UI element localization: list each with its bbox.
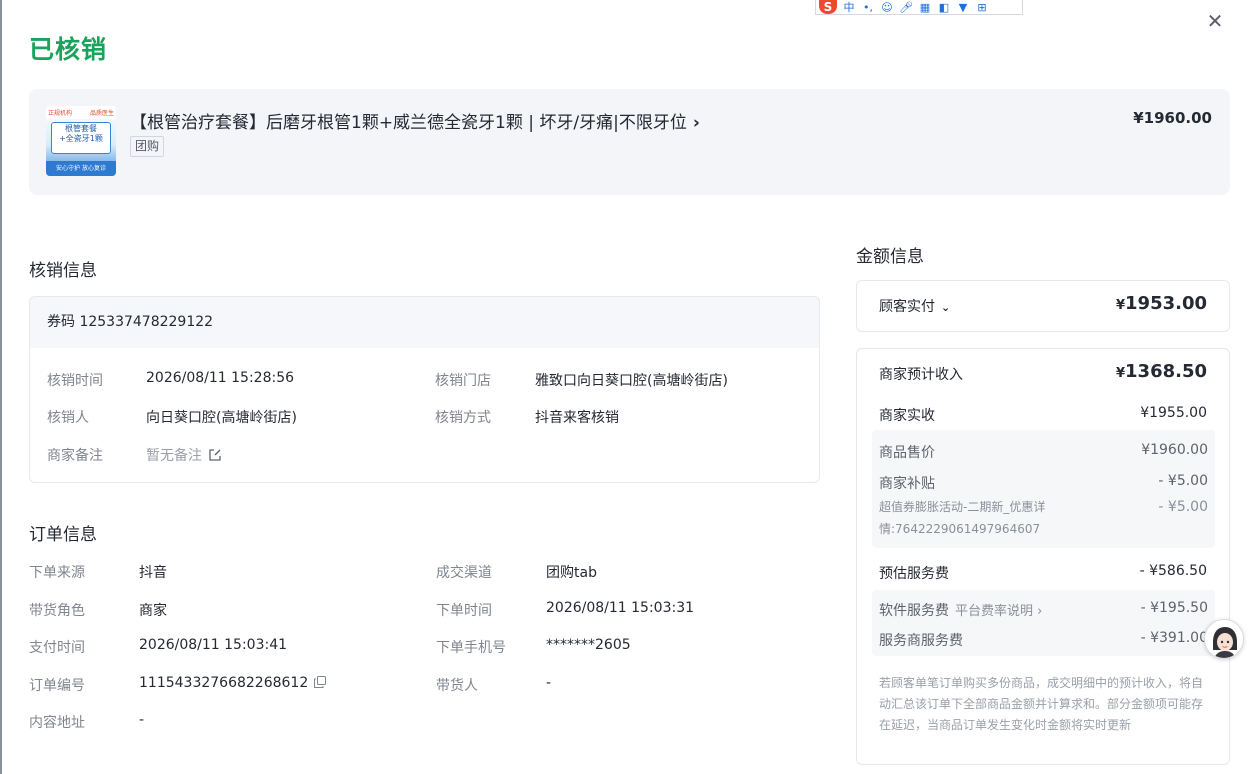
- goods-price-value: ¥1960.00: [1141, 442, 1208, 458]
- pay-time-label: 支付时间: [29, 640, 85, 656]
- software-fee-label: 软件服务费 平台费率说明 ›: [879, 603, 1043, 619]
- verifier-value: 向日葵口腔(高塘岭街店): [146, 410, 297, 426]
- assistant-avatar[interactable]: [1204, 619, 1244, 659]
- expected-income-value: ¥1368.50: [1115, 361, 1207, 382]
- order-source-label: 下单来源: [29, 565, 85, 581]
- content-address-label: 内容地址: [29, 715, 85, 731]
- verify-store-value: 雅致口向日葵口腔(高塘岭街店): [535, 373, 728, 389]
- ime-logo-icon[interactable]: S: [819, 0, 837, 14]
- order-number-label: 订单编号: [29, 678, 85, 694]
- coupon-code: 券码 125337478229122: [30, 297, 819, 348]
- service-fee-value: - ¥586.50: [1139, 563, 1207, 579]
- pay-time-value: 2026/08/11 15:03:41: [139, 637, 288, 653]
- verify-info-box: 券码 125337478229122 核销时间 2026/08/11 15:28…: [29, 296, 820, 483]
- product-card: 正规机构 品质医生 根管套餐 +全瓷牙1颗 安心守护 放心复诊 【根管治疗套餐】后磨…: [29, 89, 1230, 195]
- amount-section-title: 金额信息: [856, 247, 924, 267]
- merchant-note-value: 暂无备注: [146, 445, 222, 465]
- software-fee-value: - ¥195.50: [1140, 600, 1208, 616]
- merchant-subsidy-label: 商家补贴: [879, 476, 935, 492]
- amount-note: 若顾客单笔订单购买多份商品，成交明细中的预计收入，将自动汇总该订单下全部商品金额…: [879, 676, 1204, 732]
- price-breakdown-panel: 商品售价 ¥1960.00 商家补贴 - ¥5.00 超值券膨胀活动-二期新_优…: [872, 430, 1215, 548]
- provider-fee-value: - ¥391.00: [1140, 630, 1208, 646]
- merchant-subsidy-value: - ¥5.00: [1158, 473, 1208, 489]
- seller-role-value: 商家: [139, 603, 167, 619]
- deal-channel-label: 成交渠道: [436, 565, 492, 581]
- chevron-down-icon: ⌄: [941, 301, 951, 314]
- merchant-note-label: 商家备注: [47, 448, 103, 464]
- order-phone-label: 下单手机号: [436, 640, 506, 656]
- seller-role-label: 带货角色: [29, 603, 85, 619]
- order-time-value: 2026/08/11 15:03:31: [546, 600, 695, 616]
- provider-fee-label: 服务商服务费: [879, 633, 963, 649]
- verify-time-label: 核销时间: [47, 373, 103, 389]
- ime-punct-icon[interactable]: •,: [861, 1, 875, 14]
- verify-section-title: 核销信息: [29, 261, 97, 281]
- order-time-label: 下单时间: [436, 603, 492, 619]
- product-price: ¥1960.00: [1133, 109, 1212, 127]
- order-phone-value: *******2605: [546, 637, 631, 653]
- window-left-edge: [0, 0, 2, 774]
- actual-received-label: 商家实收: [879, 408, 935, 424]
- ime-toolbar[interactable]: S 中 •, ☺ 🎤︎ ▦ ◧ ▼ ⊞: [815, 0, 1023, 15]
- subsidy-detail-value: - ¥5.00: [1158, 499, 1208, 515]
- customer-paid-dropdown[interactable]: 顾客实付 ⌄: [879, 296, 950, 316]
- customer-paid-value: ¥1953.00: [1115, 293, 1207, 314]
- ime-shirt-icon[interactable]: ▼: [956, 1, 970, 14]
- goods-price-label: 商品售价: [879, 445, 935, 461]
- ime-mic-icon[interactable]: 🎤︎: [899, 1, 913, 14]
- subsidy-detail-label: 超值券膨胀活动-二期新_优惠详情:7642229061497964607: [879, 500, 1046, 536]
- assistant-avatar-icon: [1205, 620, 1243, 658]
- promoter-value: -: [546, 675, 552, 691]
- merchant-income-box: 商家预计收入 ¥1368.50 商家实收 ¥1955.00 商品售价 ¥1960…: [856, 348, 1230, 765]
- ime-grid-icon[interactable]: ⊞: [975, 1, 989, 14]
- product-thumbnail: 正规机构 品质医生 根管套餐 +全瓷牙1颗 安心守护 放心复诊: [46, 106, 116, 176]
- ime-skin-icon[interactable]: ◧: [937, 1, 951, 14]
- chevron-right-icon: ›: [692, 113, 700, 133]
- order-status-title: 已核销: [29, 35, 108, 64]
- service-fee-label: 预估服务费: [879, 566, 949, 582]
- ime-mode[interactable]: 中: [842, 1, 856, 14]
- ime-keyboard-icon[interactable]: ▦: [918, 1, 932, 14]
- ime-emoji-icon[interactable]: ☺: [880, 1, 894, 14]
- promoter-label: 带货人: [436, 678, 478, 694]
- customer-paid-box: 顾客实付 ⌄ ¥1953.00: [856, 280, 1230, 332]
- copy-icon[interactable]: [314, 676, 327, 688]
- verifier-label: 核销人: [47, 410, 89, 426]
- actual-received-value: ¥1955.00: [1140, 405, 1207, 421]
- close-icon[interactable]: ✕: [1204, 10, 1226, 32]
- product-title-link[interactable]: 【根管治疗套餐】后磨牙根管1颗+威兰德全瓷牙1颗 | 坏牙/牙痛|不限牙位 ›: [130, 108, 700, 133]
- verify-method-value: 抖音来客核销: [535, 410, 619, 426]
- verify-store-label: 核销门店: [435, 373, 491, 389]
- content-address-value: -: [139, 712, 145, 728]
- verify-time-value: 2026/08/11 15:28:56: [146, 370, 295, 386]
- expected-income-label: 商家预计收入: [879, 367, 963, 383]
- order-source-value: 抖音: [139, 565, 167, 581]
- order-number-value: 1115433276682268612: [139, 675, 327, 691]
- edit-icon[interactable]: [208, 448, 222, 462]
- fee-breakdown-panel: 软件服务费 平台费率说明 › - ¥195.50 服务商服务费 - ¥391.00: [872, 590, 1215, 656]
- verify-method-label: 核销方式: [435, 410, 491, 426]
- order-section-title: 订单信息: [29, 525, 97, 545]
- product-tag: 团购: [130, 136, 165, 157]
- deal-channel-value: 团购tab: [546, 565, 597, 581]
- rate-explanation-link[interactable]: 平台费率说明 ›: [955, 604, 1042, 619]
